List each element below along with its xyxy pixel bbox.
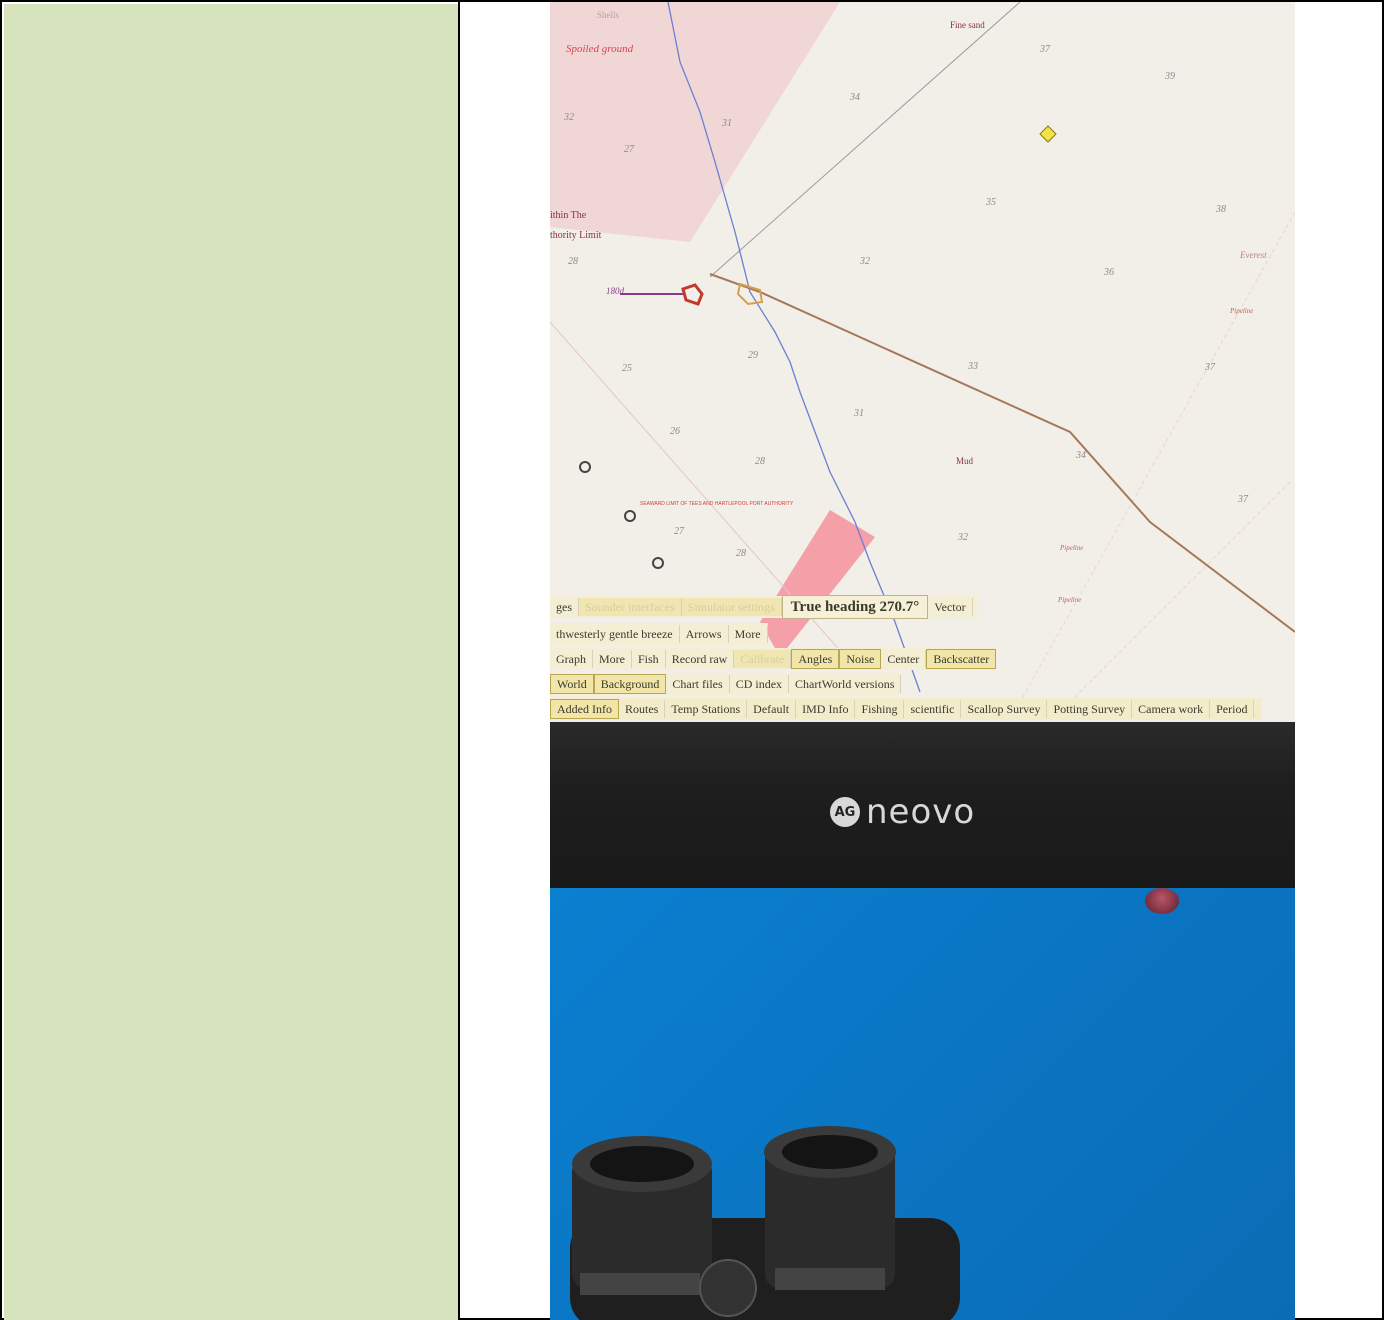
toolbar-row-2: thwesterly gentle breeze Arrows More: [550, 623, 768, 645]
depth-sounding: 34: [1075, 450, 1086, 461]
toolbar-item-scientific[interactable]: scientific: [904, 700, 962, 718]
depth-sounding: 35: [985, 197, 996, 208]
toolbar-item-graph[interactable]: Graph: [550, 650, 593, 668]
depth-sounding: 27: [624, 144, 635, 155]
depth-sounding: 28: [736, 548, 746, 559]
depth-sounding: 27: [674, 526, 685, 537]
eyecup-opening-right: [782, 1135, 878, 1169]
brand-name: neovo: [866, 792, 976, 832]
left-table-cell: [4, 4, 458, 1320]
toolbar-item-imd-info[interactable]: IMD Info: [796, 700, 856, 718]
toolbar-item-chartworld-versions[interactable]: ChartWorld versions: [789, 675, 902, 693]
toolbar-item-added-info[interactable]: Added Info: [550, 699, 619, 719]
toolbar-row-3: Graph More Fish Record raw Calibrate Ang…: [550, 648, 997, 670]
toolbar-item-default[interactable]: Default: [747, 700, 797, 718]
toolbar-item-more[interactable]: More: [593, 650, 632, 668]
toolbar-item-fishing[interactable]: Fishing: [855, 700, 905, 718]
label-shells: Shells: [597, 10, 620, 20]
toolbar-item-noise[interactable]: Noise: [839, 649, 882, 669]
monitor-brand: AG neovo: [830, 792, 975, 832]
toolbar-item-cd-index[interactable]: CD index: [730, 675, 790, 693]
own-ship-symbol[interactable]: [681, 283, 704, 306]
depth-sounding: 32: [859, 256, 870, 267]
depth-sounding: 32: [563, 112, 574, 123]
toolbar-item-center[interactable]: Center: [881, 650, 927, 668]
toolbar-row-5: Added Info Routes Temp Stations Default …: [550, 698, 1262, 720]
toolbar-row-1: ges Sounder interfaces Simulator setting…: [550, 595, 977, 619]
depth-sounding: 31: [721, 118, 732, 129]
toolbar-item-scallop-survey[interactable]: Scallop Survey: [961, 700, 1048, 718]
boundary-line: [1019, 211, 1295, 703]
toolbar-item-camera-work[interactable]: Camera work: [1132, 700, 1211, 718]
toolbar-item-calibrate[interactable]: Calibrate: [734, 650, 792, 668]
toolbar-row-4: World Background Chart files CD index Ch…: [550, 673, 902, 695]
label-within: ithin The: [550, 210, 587, 221]
buoy-symbol[interactable]: [624, 510, 636, 522]
warning-symbol[interactable]: [1039, 125, 1057, 143]
boundary-line: [1069, 481, 1291, 703]
toolbar-item[interactable]: ges: [550, 598, 579, 616]
label-seaward-limit: SEAWARD LIMIT OF TEES AND HARTLEPOOL POR…: [640, 501, 794, 507]
buoy-symbol[interactable]: [579, 461, 591, 473]
toolbar-item-temp-stations[interactable]: Temp Stations: [665, 700, 748, 718]
monitor-photo: Spoiled ground Shells ithin The thority …: [550, 2, 1295, 1320]
label-pipeline: Pipeline: [1059, 544, 1083, 552]
depth-sounding: 33: [967, 361, 978, 372]
label-fine-sand: Fine sand: [950, 20, 985, 30]
toolbar-item-routes[interactable]: Routes: [619, 700, 666, 718]
toolbar-item-angles[interactable]: Angles: [791, 649, 840, 669]
depth-sounding: 38: [1215, 204, 1226, 215]
depth-sounding: 36: [1103, 267, 1114, 278]
navigation-chart-screen: Spoiled ground Shells ithin The thority …: [550, 2, 1295, 722]
toolbar-item-record-raw[interactable]: Record raw: [666, 650, 735, 668]
depth-sounding: 28: [568, 256, 578, 267]
focus-wheel: [699, 1259, 757, 1317]
depth-sounding: 39: [1164, 71, 1175, 82]
focus-ring-right: [775, 1268, 885, 1290]
label-spoiled-ground: Spoiled ground: [566, 43, 634, 55]
buoy-symbol[interactable]: [652, 557, 664, 569]
toolbar-item-more[interactable]: More: [729, 625, 768, 643]
label-authority-limit: thority Limit: [550, 230, 602, 241]
depth-sounding: 37: [1039, 44, 1051, 55]
brand-logo-icon: AG: [830, 797, 860, 827]
label-pipeline: Pipeline: [1057, 596, 1081, 604]
toolbar-item-period[interactable]: Period: [1210, 700, 1255, 718]
depth-sounding: 29: [748, 350, 758, 361]
toolbar-item-potting-survey[interactable]: Potting Survey: [1047, 700, 1133, 718]
depth-sounding: 37: [1204, 362, 1216, 373]
toolbar-item-world[interactable]: World: [550, 674, 594, 694]
toolbar-item-background[interactable]: Background: [593, 674, 667, 694]
toolbar-item-chart-files[interactable]: Chart files: [666, 675, 730, 693]
toolbar-item-backscatter[interactable]: Backscatter: [926, 649, 997, 669]
toolbar-item-sounder-interfaces[interactable]: Sounder interfaces: [579, 598, 682, 616]
depth-sounding: 26: [670, 426, 680, 437]
binoculars: [570, 1126, 960, 1320]
true-heading-readout: True heading 270.7°: [781, 595, 929, 619]
pink-restricted-zone: [760, 510, 875, 657]
depth-sounding: 31: [853, 408, 864, 419]
label-everest: Everest: [1239, 250, 1267, 260]
toolbar-item-arrows[interactable]: Arrows: [680, 625, 729, 643]
monitor-bezel: AG neovo: [550, 722, 1295, 888]
toolbar-item-vector[interactable]: Vector: [928, 598, 973, 616]
depth-sounding: 25: [622, 363, 632, 374]
restricted-area: [550, 2, 840, 242]
target-vessel-symbol[interactable]: [736, 282, 764, 306]
depth-sounding: 28: [755, 456, 765, 467]
cell-divider: [458, 0, 460, 1320]
depth-sounding: 32: [957, 532, 968, 543]
toolbar-item-simulator-settings[interactable]: Simulator settings: [681, 598, 782, 616]
focus-ring-left: [580, 1273, 700, 1295]
eyecup-opening-left: [590, 1146, 694, 1182]
blue-wall: [550, 888, 1295, 1320]
depth-sounding: 34: [849, 92, 860, 103]
label-mud: Mud: [956, 456, 974, 466]
toolbar-item-fish[interactable]: Fish: [632, 650, 666, 668]
wind-readout: thwesterly gentle breeze: [550, 625, 680, 643]
label-pipeline: Pipeline: [1229, 307, 1253, 315]
label-vessel-id: 180d: [606, 286, 625, 296]
depth-sounding: 37: [1237, 494, 1249, 505]
